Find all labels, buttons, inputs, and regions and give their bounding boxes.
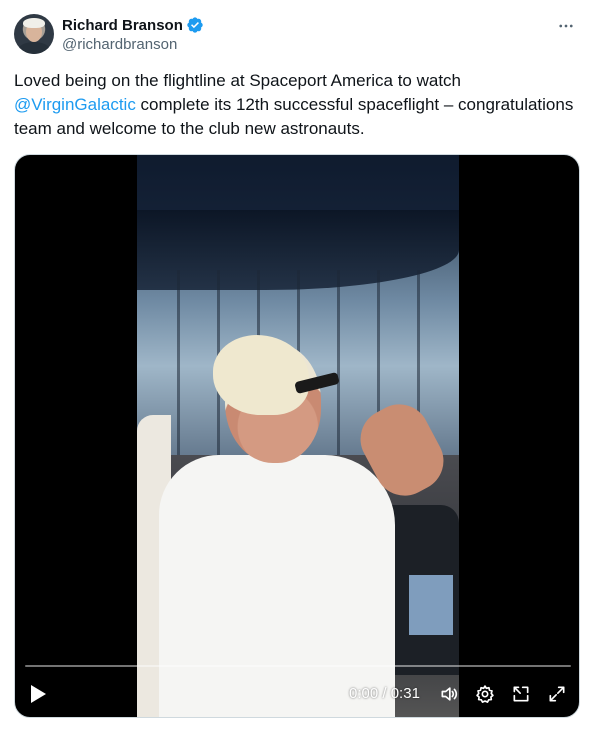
author-display-name[interactable]: Richard Branson	[62, 17, 183, 34]
video-progress-bar[interactable]	[25, 665, 571, 667]
video-frame[interactable]	[137, 155, 459, 717]
current-time: 0:00	[349, 685, 379, 702]
play-icon[interactable]	[27, 683, 49, 705]
verified-badge-icon[interactable]	[186, 16, 204, 34]
tweet-text-part: Loved being on the flightline at Spacepo…	[14, 71, 462, 90]
author-handle[interactable]: @richardbranson	[62, 36, 177, 53]
volume-icon[interactable]	[438, 683, 460, 705]
settings-gear-icon[interactable]	[474, 683, 496, 705]
more-options-icon[interactable]	[554, 14, 578, 38]
author-name-row[interactable]: Richard Branson	[62, 15, 204, 35]
video-player[interactable]: 0:00 / 0:31	[14, 154, 580, 718]
time-separator: /	[378, 685, 391, 702]
avatar[interactable]	[14, 14, 54, 54]
tweet-text: Loved being on the flightline at Spacepo…	[14, 69, 580, 141]
video-time: 0:00 / 0:31	[349, 685, 420, 702]
tweet-card[interactable]: Richard Branson @richardbranson Loved be…	[0, 0, 594, 729]
fullscreen-icon[interactable]	[546, 683, 568, 705]
duration: 0:31	[390, 685, 420, 702]
picture-in-picture-icon[interactable]	[510, 683, 532, 705]
mention-link[interactable]: @VirginGalactic	[14, 95, 136, 114]
